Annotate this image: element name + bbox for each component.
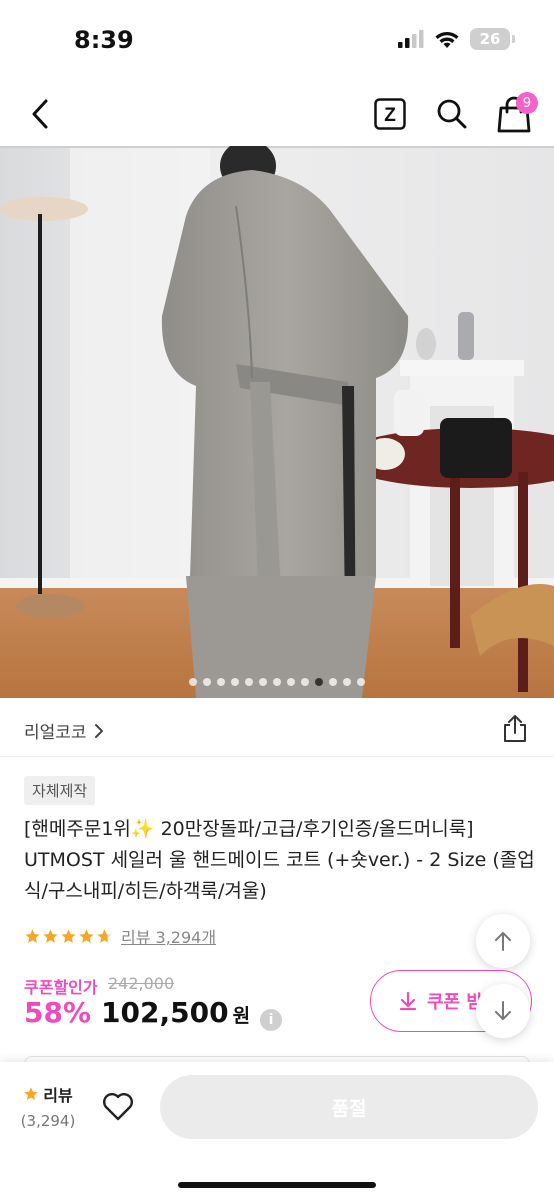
chevron-right-icon (94, 723, 103, 738)
arrow-up-icon (495, 932, 511, 951)
wifi-icon (435, 31, 459, 48)
price-row: 58% 102,500 원 i (24, 996, 283, 1031)
pager-dot (343, 678, 351, 686)
pager-dot (301, 678, 309, 686)
status-icons: 26 (398, 28, 515, 50)
pager-dot (231, 678, 239, 686)
rating-row: 리뷰 3,294개 (24, 922, 216, 950)
pager-dot (273, 678, 281, 686)
signal-icon (398, 30, 424, 48)
bottom-action-bar: 리뷰 (3,294) 품절 (0, 1062, 554, 1200)
pager-dot (203, 678, 211, 686)
chevron-left-icon (32, 99, 48, 129)
star-icon (25, 928, 40, 943)
star-icon (43, 928, 58, 943)
back-button[interactable] (20, 94, 60, 134)
review-summary-top: 리뷰 (16, 1082, 80, 1106)
pager-dot (357, 678, 365, 686)
star-icon (24, 1087, 38, 1100)
review-count: (3,294) (20, 1112, 76, 1130)
store-row: 리얼코코 (0, 704, 554, 754)
review-summary-button[interactable]: 리뷰 (3,294) (16, 1082, 80, 1130)
product-image-carousel[interactable] (0, 146, 554, 698)
original-price: 242,000 (108, 974, 175, 993)
heart-icon (103, 1093, 133, 1121)
arrow-down-icon (495, 1001, 511, 1020)
info-icon[interactable]: i (260, 1009, 283, 1031)
share-button[interactable] (500, 714, 530, 744)
home-indicator (178, 1182, 376, 1188)
sale-price: 102,500 (101, 996, 229, 1029)
product-photo (0, 146, 554, 698)
star-icon (97, 928, 112, 943)
search-icon (437, 99, 467, 129)
star-icon (61, 928, 76, 943)
top-nav-bar: Z 9 (0, 84, 554, 146)
scroll-down-button[interactable] (476, 984, 530, 1038)
divider (0, 756, 554, 757)
coupon-price-label: 쿠폰할인가 (24, 978, 98, 997)
product-title: [핸메주문1위✨ 20만장돌파/고급/후기인증/올드머니룩] UTMOST 세일… (24, 818, 535, 902)
pager-dot (217, 678, 225, 686)
status-bar: 8:39 26 (0, 0, 554, 84)
pager-dot (245, 678, 253, 686)
share-icon (504, 715, 526, 742)
image-pager (0, 678, 554, 686)
cart-button[interactable]: 9 (496, 92, 538, 134)
discount-rate: 58% (24, 996, 92, 1029)
z-logo-text: Z (384, 105, 396, 126)
cart-count-badge: 9 (516, 92, 538, 114)
pager-dot (259, 678, 267, 686)
star-rating (24, 928, 113, 945)
battery-icon: 26 (470, 28, 515, 50)
status-time: 8:39 (74, 26, 134, 54)
search-button[interactable] (434, 96, 470, 132)
review-count-link[interactable]: 리뷰 3,294개 (121, 924, 216, 948)
zigzag-home-button[interactable]: Z (374, 98, 406, 130)
review-label: 리뷰 (43, 1086, 73, 1105)
store-link[interactable]: 리얼코코 (24, 718, 105, 743)
pager-dot (315, 678, 323, 686)
zigzag-logo-icon: Z (374, 98, 406, 130)
download-icon (399, 991, 417, 1011)
sold-out-button[interactable]: 품절 (160, 1075, 538, 1139)
star-icon (79, 928, 94, 943)
scroll-up-button[interactable] (476, 914, 530, 968)
store-name: 리얼코코 (24, 723, 87, 743)
self-made-badge: 자체제작 (24, 776, 96, 805)
pager-dot (329, 678, 337, 686)
pager-dot (189, 678, 197, 686)
coupon-button-label: 쿠폰 받 (427, 992, 483, 1013)
currency-unit: 원 (232, 1005, 251, 1027)
wishlist-button[interactable] (100, 1088, 136, 1124)
pager-dot (287, 678, 295, 686)
